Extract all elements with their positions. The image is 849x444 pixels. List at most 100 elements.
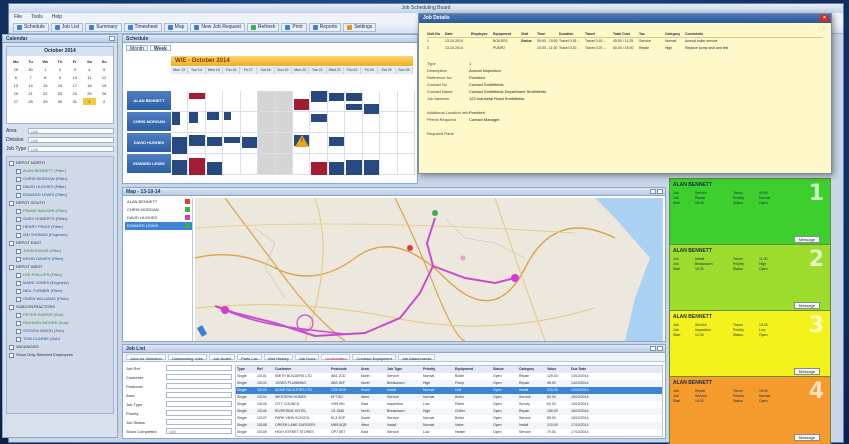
employee-card[interactable]: ALAN BENNETT 4 Job Repair Travel 15:00 Job Serv… (669, 376, 831, 444)
schedule-grid[interactable] (171, 91, 415, 175)
job-tab[interactable]: Job Docs (294, 354, 320, 361)
tree-item[interactable]: TOM CLARKE (Sub) (9, 335, 111, 343)
calendar-day[interactable]: 7 (24, 74, 38, 81)
schedule-cell[interactable] (380, 154, 398, 175)
calendar-day[interactable]: 6 (9, 74, 23, 81)
job-block[interactable] (346, 160, 362, 175)
route-list-item[interactable]: DAVID HUGHES (125, 214, 192, 222)
job-block[interactable] (328, 137, 345, 146)
table-row[interactable]: Single 10105 CITY COUNCIL GH9 0KL East Inspec… (236, 401, 662, 408)
maximize-icon[interactable] (657, 346, 663, 351)
calendar-day[interactable]: 1 (38, 66, 52, 73)
schedule-cell[interactable] (240, 154, 259, 175)
job-block[interactable] (346, 103, 362, 110)
checkbox[interactable] (16, 184, 21, 190)
checkbox[interactable] (9, 304, 14, 310)
tree-item[interactable]: VACANCIES (9, 343, 111, 351)
column-header[interactable]: Customer (274, 366, 330, 373)
table-row[interactable]: Single 10103 ACME FACILITIES LTD CD5 6GH Sou… (236, 387, 662, 394)
schedule-cell[interactable] (223, 154, 241, 175)
column-header[interactable]: Postcode (330, 366, 360, 373)
job-block[interactable] (206, 162, 223, 175)
toolbar-button-schedule[interactable]: Schedule (13, 23, 49, 32)
calendar-day[interactable]: 15 (38, 82, 52, 89)
tab-week[interactable]: Week (149, 45, 171, 52)
message-button[interactable]: Message (794, 368, 820, 375)
job-block[interactable] (189, 135, 205, 146)
filter-dropdown[interactable]: (All) (28, 146, 114, 152)
employee-card[interactable]: ALAN BENNETT 3 Job Service Travel 13:00 Job Ins… (669, 310, 831, 382)
tree-item[interactable]: KEVIN DAVIES (Fitter) (9, 255, 111, 263)
calendar-day[interactable]: 14 (24, 82, 38, 89)
job-block[interactable] (328, 162, 345, 175)
job-block[interactable] (328, 93, 345, 102)
schedule-cell[interactable] (240, 91, 259, 112)
column-header[interactable]: Status (492, 366, 518, 373)
schedule-cell[interactable] (397, 133, 415, 154)
job-block[interactable] (172, 160, 188, 175)
job-filter-input[interactable] (166, 401, 232, 407)
job-block[interactable] (294, 99, 310, 110)
visit-row[interactable]: 2 13-10-2014 PUMP2 10:30 - 11:30 Travel 0:20… (427, 45, 823, 52)
schedule-cell[interactable] (362, 133, 381, 154)
job-tab[interactable]: Outstanding Jobs (167, 354, 207, 361)
calendar-day[interactable]: 16 (53, 82, 67, 89)
job-block[interactable] (206, 112, 219, 121)
column-header[interactable]: Ref (256, 366, 274, 373)
calendar-day[interactable]: 30 (24, 66, 38, 73)
calendar-day[interactable]: 5 (97, 66, 111, 73)
minimize-icon[interactable] (650, 189, 656, 194)
job-block[interactable] (172, 145, 188, 154)
column-header[interactable]: Job Type (386, 366, 422, 373)
calendar-day[interactable]: 24 (68, 90, 82, 97)
filter-dropdown[interactable]: (All) (28, 128, 114, 134)
schedule-cell[interactable] (397, 91, 415, 112)
table-row[interactable]: Single 10108 GREEN LANE SURGERY MN5 6QR West… (236, 422, 662, 429)
tree-item[interactable]: NEIL TURNER (Fitter) (9, 287, 111, 295)
job-block[interactable] (311, 162, 327, 175)
calendar-day[interactable]: 12 (97, 74, 111, 81)
calendar-day[interactable]: 30 (53, 98, 67, 105)
checkbox[interactable] (16, 256, 21, 262)
calendar-day[interactable]: 29 (9, 66, 23, 73)
job-block[interactable] (346, 93, 362, 102)
job-block[interactable] (311, 114, 327, 123)
column-header[interactable]: Due Date (570, 366, 662, 373)
checkbox[interactable] (9, 344, 14, 350)
schedule-cell[interactable] (275, 154, 293, 175)
job-tab[interactable]: Job Attachments (397, 354, 436, 361)
job-filter-input[interactable] (166, 410, 232, 416)
table-row[interactable]: Single 10107 PARK VIEW SCHOOL KL3 4OP South S… (236, 415, 662, 422)
tree-item[interactable]: DAVID HUGHES (Fitter) (9, 183, 111, 191)
checkbox[interactable] (16, 168, 21, 174)
tree-item[interactable]: DEPOT EAST (9, 239, 111, 247)
schedule-cell[interactable] (223, 91, 241, 112)
checkbox[interactable] (16, 208, 21, 214)
tree-item[interactable]: Show Only Selected Employees (9, 351, 111, 359)
schedule-cell[interactable] (362, 112, 381, 133)
message-button[interactable]: Message (794, 236, 820, 243)
checkbox[interactable] (9, 264, 14, 270)
calendar-day[interactable]: 21 (24, 90, 38, 97)
job-tab[interactable]: Visit History (263, 354, 293, 361)
message-button[interactable]: Message (794, 302, 820, 309)
job-block[interactable] (363, 103, 380, 115)
job-block[interactable] (189, 112, 198, 123)
menu-item-file[interactable]: File (14, 13, 22, 21)
calendar-day[interactable]: 4 (83, 66, 97, 73)
calendar-day[interactable]: 25 (83, 90, 97, 97)
checkbox[interactable] (16, 288, 21, 294)
resource-row-label[interactable]: ALAN BENNETT (127, 91, 171, 110)
toolbar-button-refresh[interactable]: Refresh (246, 23, 280, 32)
job-filter-input[interactable] (166, 419, 232, 425)
visit-row[interactable]: 1 13-10-2014 BOILER1 09:00 - 10:00 Travel 0:… (427, 38, 823, 45)
calendar-day[interactable]: 22 (38, 90, 52, 97)
minimize-icon[interactable] (650, 346, 656, 351)
schedule-cell[interactable] (380, 133, 398, 154)
checkbox[interactable] (16, 176, 21, 182)
calendar-day[interactable]: 20 (9, 90, 23, 97)
route-map[interactable] (195, 198, 663, 341)
tree-item[interactable]: RICHARD MOORE (Sub) (9, 319, 111, 327)
calendar-day[interactable]: 23 (53, 90, 67, 97)
schedule-cell[interactable] (380, 91, 398, 112)
